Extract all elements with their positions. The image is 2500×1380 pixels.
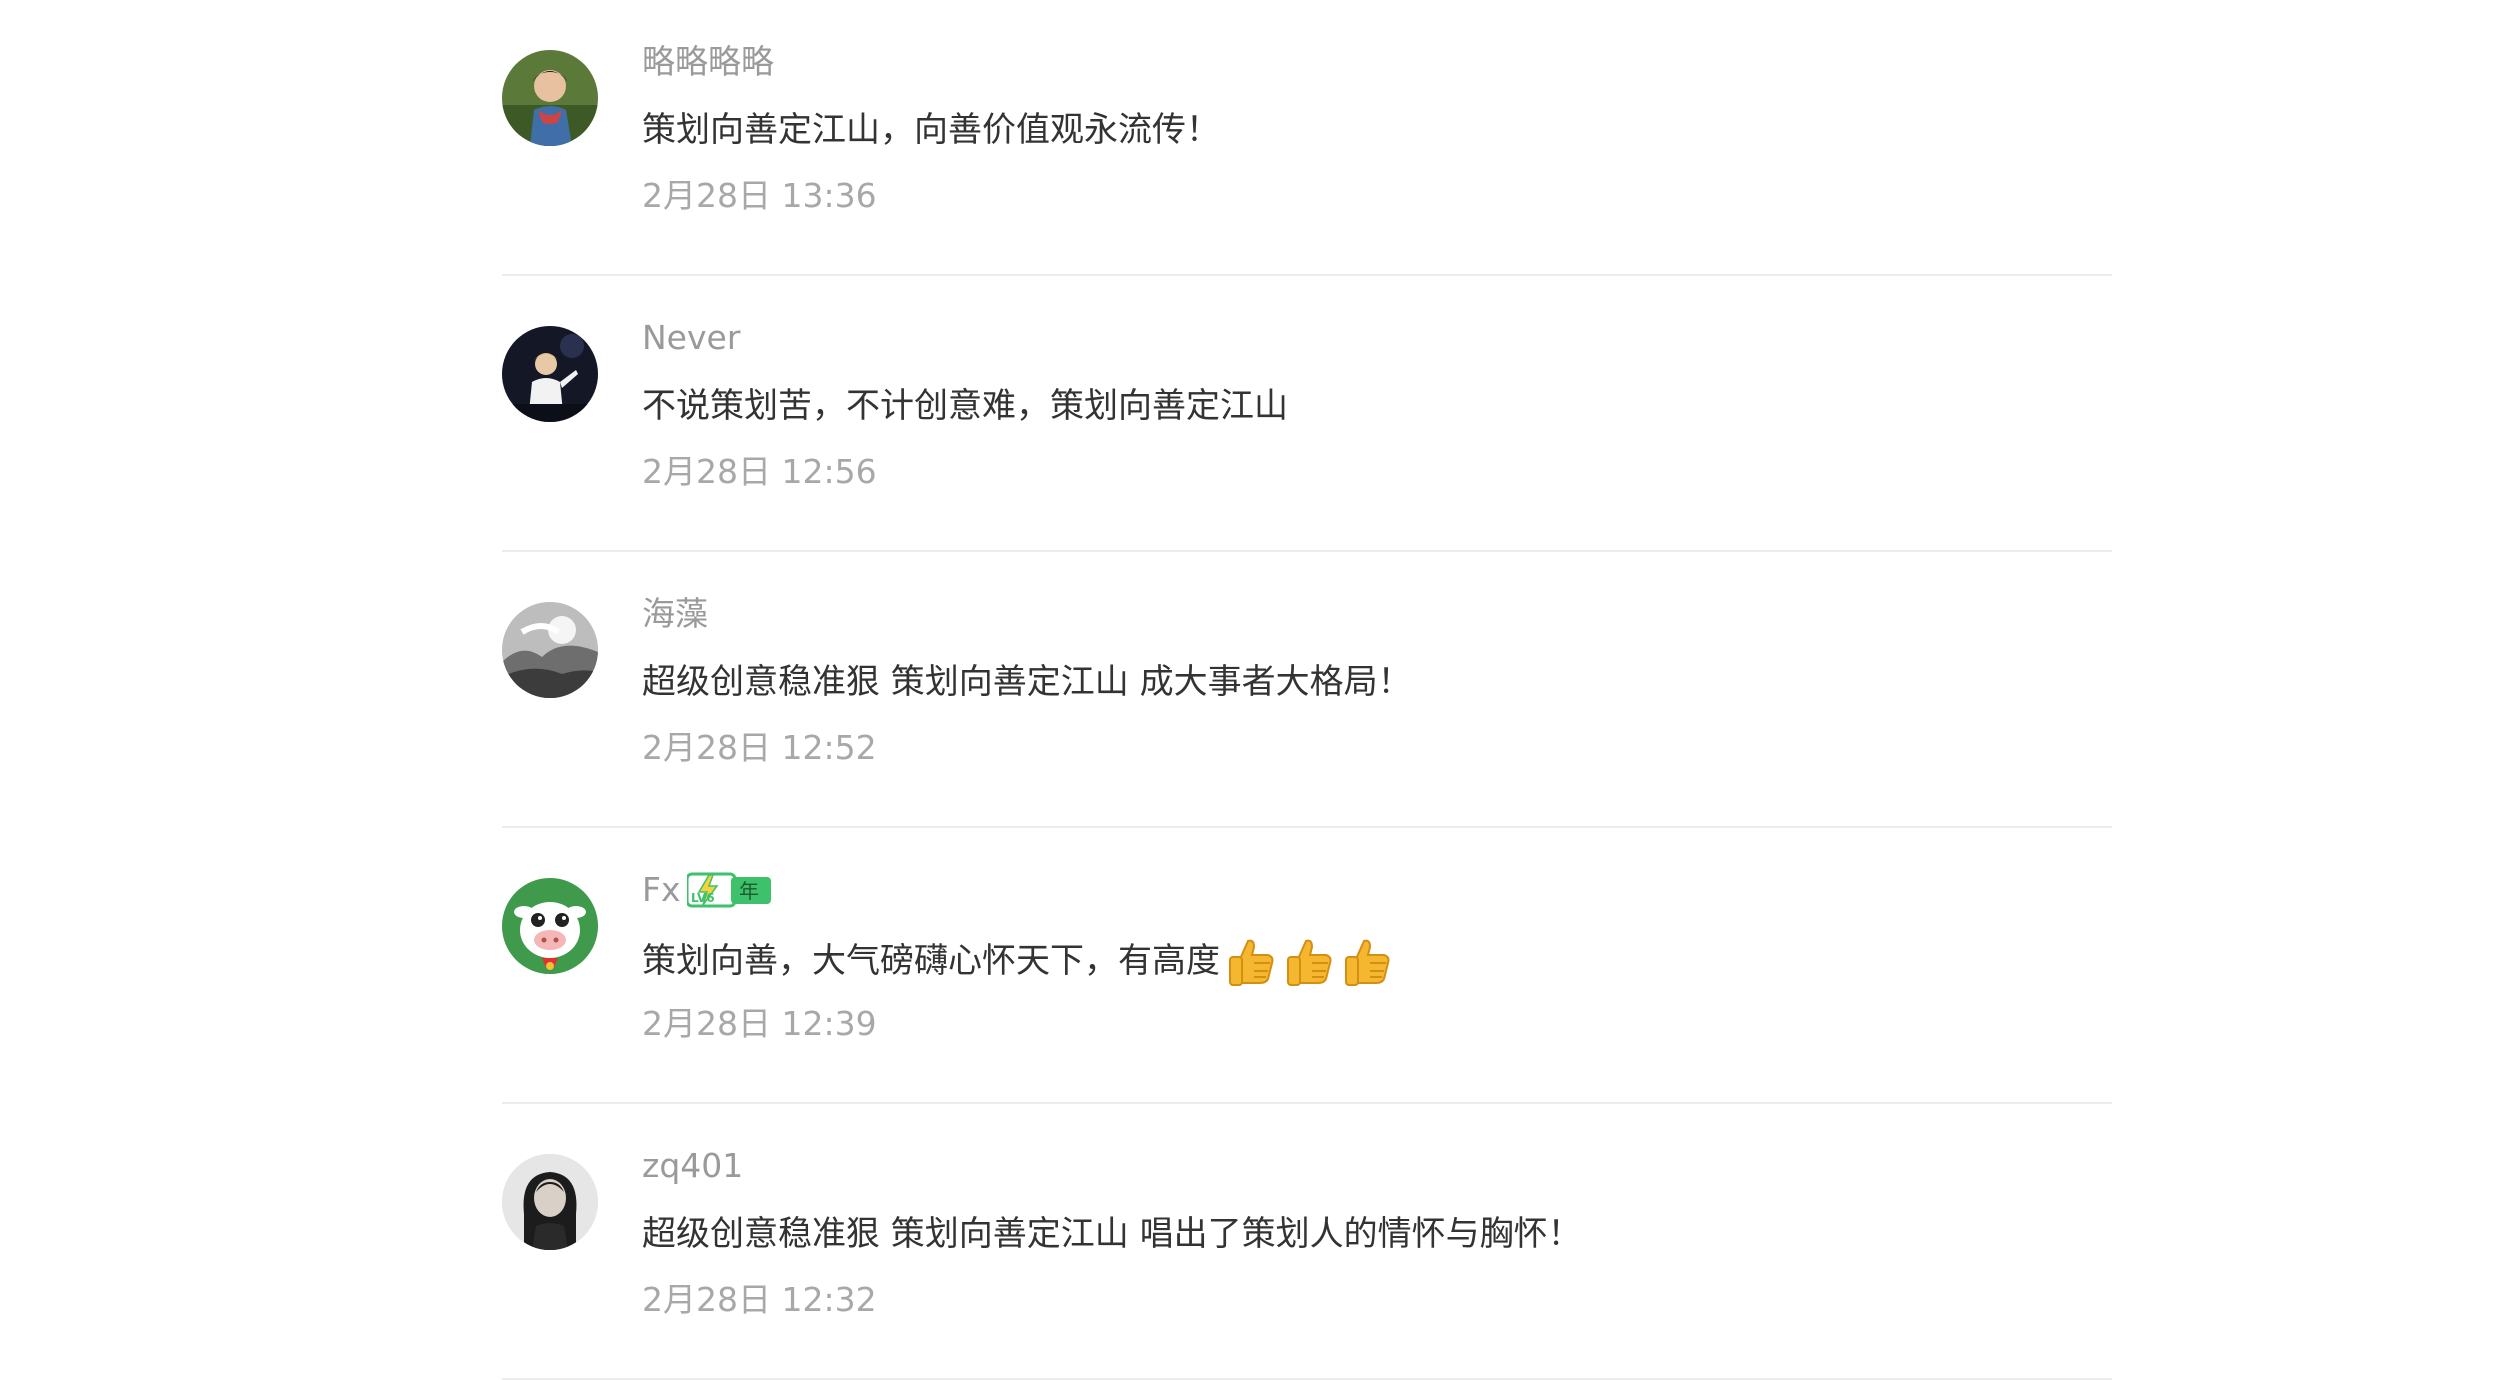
comment-item: Fx LV6 年 策划向善，大气磅礴心怀天下，有高度 2月28日 12:39 [502, 828, 2112, 1104]
level-badge-text: LV6 [691, 891, 715, 905]
cartoon-cow-avatar[interactable] [502, 878, 598, 974]
comment-content: 策划向善定江山，向善价值观永流传！ [642, 105, 1220, 155]
thumbs-up-emoji [1282, 933, 1338, 989]
comment-content: 超级创意稳准狠 策划向善定江山 成大事者大格局！ [642, 657, 1412, 707]
comment-time: 2月28日 12:39 [642, 1004, 877, 1043]
comment-time: 2月28日 13:36 [642, 176, 877, 215]
level-badge: LV6 年 [686, 872, 773, 908]
thumbs-up-emoji [1224, 933, 1280, 989]
comment-nickname[interactable]: 略略略略 [642, 40, 774, 84]
comment-item: 海藻 超级创意稳准狠 策划向善定江山 成大事者大格局！ 2月28日 12:52 [502, 552, 2112, 828]
comment-time: 2月28日 12:32 [642, 1280, 877, 1319]
child-photo-avatar[interactable] [502, 50, 598, 146]
comment-nickname[interactable]: zq401 [642, 1144, 743, 1188]
comment-nickname[interactable]: 海藻 [642, 592, 708, 636]
stage-performer-avatar[interactable] [502, 326, 598, 422]
emoji-group [1224, 933, 1396, 989]
thumbs-up-emoji [1340, 933, 1396, 989]
comment-list: 略略略略 策划向善定江山，向善价值观永流传！ 2月28日 13:36 Never… [502, 0, 2112, 1380]
comment-text: 策划向善定江山，向善价值观永流传！ [642, 110, 1220, 150]
comment-item: Never 不说策划苦，不计创意难，策划向善定江山 2月28日 12:56 [502, 276, 2112, 552]
comment-nickname[interactable]: Never [642, 316, 740, 360]
comment-item: zq401 超级创意稳准狠 策划向善定江山 唱出了策划人的情怀与胸怀！ 2月28… [502, 1104, 2112, 1380]
comment-content: 不说策划苦，不计创意难，策划向善定江山 [642, 381, 1288, 431]
comment-content: 策划向善，大气磅礴心怀天下，有高度 [642, 933, 1396, 989]
comment-content: 超级创意稳准狠 策划向善定江山 唱出了策划人的情怀与胸怀！ [642, 1209, 1582, 1259]
comment-time: 2月28日 12:52 [642, 728, 877, 767]
comment-time: 2月28日 12:56 [642, 452, 877, 491]
bw-landscape-avatar[interactable] [502, 602, 598, 698]
comment-text: 不说策划苦，不计创意难，策划向善定江山 [642, 386, 1288, 426]
comment-item: 略略略略 策划向善定江山，向善价值观永流传！ 2月28日 13:36 [502, 0, 2112, 276]
comment-nickname[interactable]: Fx [642, 868, 681, 912]
woman-portrait-avatar[interactable] [502, 1154, 598, 1250]
comment-text: 策划向善，大气磅礴心怀天下，有高度 [642, 941, 1220, 981]
year-badge-text: 年 [739, 879, 759, 903]
comment-text: 超级创意稳准狠 策划向善定江山 唱出了策划人的情怀与胸怀！ [642, 1214, 1582, 1254]
comment-text: 超级创意稳准狠 策划向善定江山 成大事者大格局！ [642, 662, 1412, 702]
